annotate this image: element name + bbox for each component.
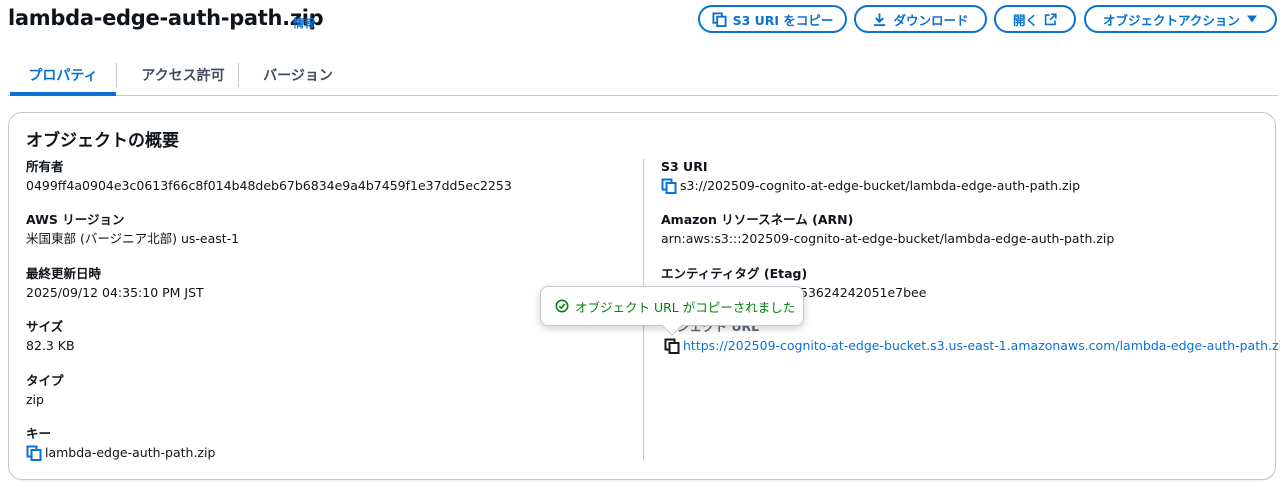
open-button[interactable]: 開く (994, 5, 1076, 33)
object-actions-label: オブジェクトアクション (1103, 12, 1240, 28)
download-button[interactable]: ダウンロード (854, 5, 987, 33)
panel-title: オブジェクトの概要 (26, 131, 179, 151)
field-label: 最終更新日時 (26, 266, 102, 281)
owner-field: 所有者 0499ff4a0904e3c0613f66c8f014b48deb67… (26, 159, 512, 194)
copy-icon[interactable] (664, 338, 680, 354)
key-field: キー lambda-edge-auth-path.zip (26, 426, 215, 461)
key-value-row: lambda-edge-auth-path.zip (26, 445, 215, 461)
page-header: lambda-edge-auth-path.zip 情報 S3 URI をコピー… (0, 0, 1280, 44)
owner-value: 0499ff4a0904e3c0613f66c8f014b48deb67b683… (26, 178, 512, 193)
s3-uri-value-row: s3://202509-cognito-at-edge-bucket/lambd… (661, 178, 1080, 194)
region-field: AWS リージョン 米国東部 (バージニア北部) us-east-1 (26, 212, 239, 247)
copy-s3-uri-label: S3 URI をコピー (732, 12, 834, 28)
tab-divider (238, 63, 239, 87)
field-label: エンティティタグ (Etag) (661, 266, 808, 281)
field-label: AWS リージョン (26, 212, 125, 227)
object-url-link[interactable]: https://202509-cognito-at-edge-bucket.s3… (683, 338, 1280, 354)
copy-success-popover: オブジェクト URL がコピーされました (540, 286, 804, 336)
popover-message: オブジェクト URL がコピーされました (575, 299, 796, 315)
copy-s3-uri-button[interactable]: S3 URI をコピー (698, 5, 847, 33)
region-value: 米国東部 (バージニア北部) us-east-1 (26, 231, 240, 246)
field-label: S3 URI (661, 159, 708, 174)
page-title: lambda-edge-auth-path.zip (8, 6, 324, 30)
size-value: 82.3 KB (26, 338, 75, 353)
field-label: タイプ (26, 373, 64, 388)
object-actions-button[interactable]: オブジェクトアクション (1084, 5, 1277, 33)
field-label: キー (26, 426, 52, 441)
tab-permissions[interactable]: アクセス許可 (122, 54, 244, 95)
copy-icon (712, 11, 727, 27)
tab-divider (116, 63, 117, 87)
field-label: 所有者 (26, 159, 64, 174)
tab-versions[interactable]: バージョン (248, 54, 348, 95)
check-circle-icon (555, 299, 569, 313)
field-label: サイズ (26, 319, 64, 334)
s3-uri-field: S3 URI s3://202509-cognito-at-edge-bucke… (661, 159, 1080, 194)
copy-icon[interactable] (661, 178, 677, 194)
copy-icon[interactable] (26, 445, 42, 461)
size-field: サイズ 82.3 KB (26, 319, 75, 354)
type-value: zip (26, 392, 44, 407)
download-label: ダウンロード (893, 12, 969, 28)
caret-down-icon (1246, 15, 1257, 23)
external-link-icon (1044, 12, 1057, 25)
s3-uri-value: s3://202509-cognito-at-edge-bucket/lambd… (680, 178, 1081, 193)
info-link[interactable]: 情報 (293, 15, 315, 31)
arn-value: arn:aws:s3:::202509-cognito-at-edge-buck… (661, 231, 1115, 246)
open-label: 開く (1012, 12, 1038, 28)
type-field: タイプ zip (26, 373, 64, 408)
download-icon (874, 12, 886, 26)
tab-properties[interactable]: プロパティ (10, 54, 116, 96)
last-modified-field: 最終更新日時 2025/09/12 04:35:10 PM JST (26, 266, 204, 301)
tab-bar: プロパティ アクセス許可 バージョン (8, 54, 1278, 96)
arn-field: Amazon リソースネーム (ARN) arn:aws:s3:::202509… (661, 212, 1114, 247)
field-label: Amazon リソースネーム (ARN) (661, 212, 854, 227)
object-url-value-row: https://202509-cognito-at-edge-bucket.s3… (661, 338, 1280, 354)
key-value: lambda-edge-auth-path.zip (45, 445, 216, 460)
last-modified-value: 2025/09/12 04:35:10 PM JST (26, 285, 204, 300)
